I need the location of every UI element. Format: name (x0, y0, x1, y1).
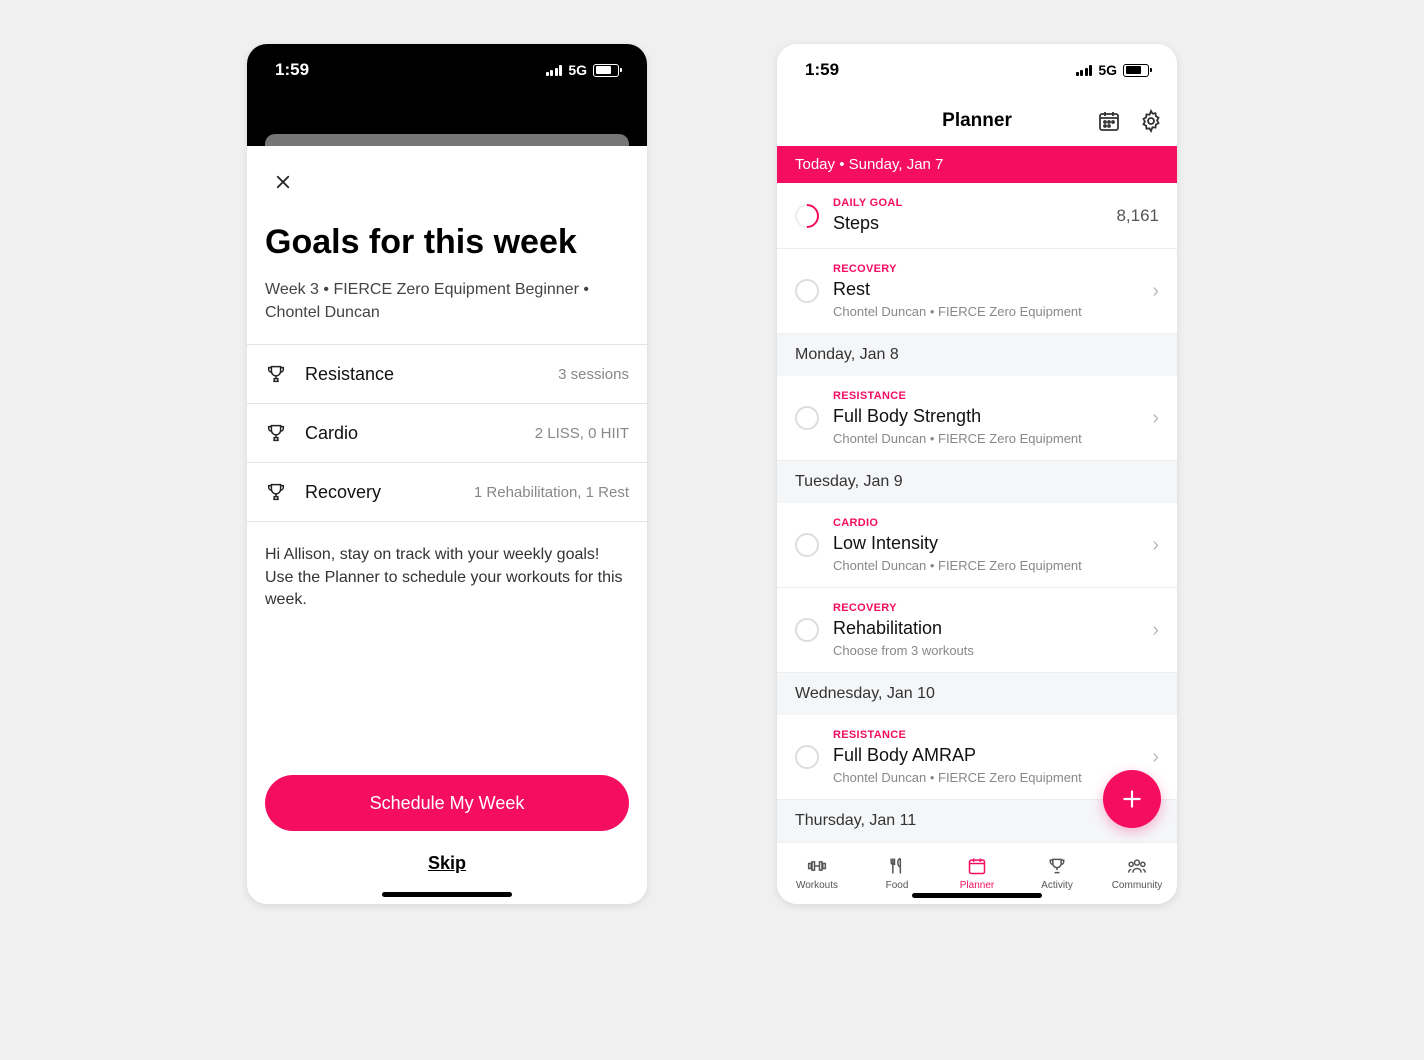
close-button[interactable] (271, 170, 295, 194)
signal-icon (546, 64, 563, 76)
entry-title: Full Body AMRAP (833, 745, 1144, 766)
dumbbell-icon (805, 856, 829, 876)
chevron-right-icon: › (1152, 534, 1159, 557)
skip-button[interactable]: Skip (265, 831, 629, 886)
entry-tag: RECOVERY (833, 602, 1144, 614)
network-label: 5G (568, 62, 587, 78)
entry-tag: RECOVERY (833, 263, 1144, 275)
status-indicators: 5G (1076, 62, 1149, 78)
day-header-wednesday: Wednesday, Jan 10 (777, 673, 1177, 715)
header-title: Planner (942, 110, 1012, 132)
tab-label: Food (886, 880, 909, 891)
day-header-tuesday: Tuesday, Jan 9 (777, 461, 1177, 503)
plus-icon (1119, 786, 1145, 812)
day-header-monday: Monday, Jan 8 (777, 334, 1177, 376)
entry-title: Rehabilitation (833, 618, 1144, 639)
entry-title: Rest (833, 279, 1144, 300)
entry-tag: DAILY GOAL (833, 197, 1116, 209)
entry-title: Low Intensity (833, 533, 1144, 554)
goal-label: Resistance (305, 364, 394, 385)
trophy-icon (265, 363, 287, 385)
tab-workouts[interactable]: Workouts (777, 843, 857, 904)
modal-title: Goals for this week (265, 224, 629, 261)
progress-ring-icon (795, 204, 819, 228)
schedule-week-button[interactable]: Schedule My Week (265, 775, 629, 831)
goal-row-cardio: Cardio 2 LISS, 0 HIIT (247, 404, 647, 463)
calendar-icon[interactable] (1097, 109, 1121, 133)
today-date-bar: Today • Sunday, Jan 7 (777, 146, 1177, 183)
checkbox-circle[interactable] (795, 406, 819, 430)
phone-planner: 1:59 5G Planner Today • Sunday, Jan 7 DA… (777, 44, 1177, 904)
tab-label: Community (1112, 880, 1163, 891)
battery-icon (1123, 64, 1149, 77)
entry-sub: Chontel Duncan • FIERCE Zero Equipment (833, 431, 1144, 446)
planner-entry-low-intensity[interactable]: CARDIO Low Intensity Chontel Duncan • FI… (777, 503, 1177, 588)
signal-icon (1076, 64, 1093, 76)
goal-value: 3 sessions (558, 366, 629, 383)
goal-row-recovery: Recovery 1 Rehabilitation, 1 Rest (247, 463, 647, 522)
chevron-right-icon: › (1152, 619, 1159, 642)
chevron-right-icon: › (1152, 746, 1159, 769)
home-indicator[interactable] (382, 892, 512, 897)
chevron-right-icon: › (1152, 407, 1159, 430)
goal-label: Recovery (305, 482, 381, 503)
goals-list: Resistance 3 sessions Cardio 2 LISS, 0 H… (247, 344, 647, 522)
status-bar: 1:59 5G (247, 44, 647, 96)
entry-title: Steps (833, 213, 1116, 234)
people-icon (1125, 856, 1149, 876)
entry-sub: Chontel Duncan • FIERCE Zero Equipment (833, 304, 1144, 319)
status-bar: 1:59 5G (777, 44, 1177, 96)
planner-entry-rest[interactable]: RECOVERY Rest Chontel Duncan • FIERCE Ze… (777, 249, 1177, 334)
goals-modal: Goals for this week Week 3 • FIERCE Zero… (247, 146, 647, 904)
close-icon (274, 173, 292, 191)
network-label: 5G (1098, 62, 1117, 78)
trophy-icon (265, 422, 287, 444)
entry-sub: Chontel Duncan • FIERCE Zero Equipment (833, 770, 1144, 785)
steps-value: 8,161 (1116, 206, 1159, 226)
goal-label: Cardio (305, 423, 358, 444)
status-time: 1:59 (275, 60, 309, 80)
entry-sub: Chontel Duncan • FIERCE Zero Equipment (833, 558, 1144, 573)
home-indicator[interactable] (912, 893, 1042, 898)
planner-entry-rehabilitation[interactable]: RECOVERY Rehabilitation Choose from 3 wo… (777, 588, 1177, 673)
tab-label: Activity (1041, 880, 1073, 891)
entry-tag: CARDIO (833, 517, 1144, 529)
checkbox-circle[interactable] (795, 745, 819, 769)
goal-value: 1 Rehabilitation, 1 Rest (474, 484, 629, 501)
add-button[interactable] (1103, 770, 1161, 828)
goal-row-resistance: Resistance 3 sessions (247, 345, 647, 404)
checkbox-circle[interactable] (795, 279, 819, 303)
entry-tag: RESISTANCE (833, 729, 1144, 741)
goal-value: 2 LISS, 0 HIIT (535, 425, 629, 442)
checkbox-circle[interactable] (795, 618, 819, 642)
entry-tag: RESISTANCE (833, 390, 1144, 402)
checkbox-circle[interactable] (795, 533, 819, 557)
gear-icon[interactable] (1139, 109, 1163, 133)
trophy-icon (1045, 856, 1069, 876)
entry-title: Full Body Strength (833, 406, 1144, 427)
tab-label: Planner (960, 880, 994, 891)
entry-sub: Choose from 3 workouts (833, 643, 1144, 658)
modal-subtitle: Week 3 • FIERCE Zero Equipment Beginner … (265, 279, 629, 324)
status-indicators: 5G (546, 62, 619, 78)
food-icon (885, 856, 909, 876)
trophy-icon (265, 481, 287, 503)
battery-icon (593, 64, 619, 77)
modal-backdrop (247, 96, 647, 146)
phone-goals-modal: 1:59 5G Goals for this week Week 3 • FIE… (247, 44, 647, 904)
status-time: 1:59 (805, 60, 839, 80)
app-header: Planner (777, 96, 1177, 146)
calendar-icon (965, 856, 989, 876)
chevron-right-icon: › (1152, 280, 1159, 303)
tab-label: Workouts (796, 880, 838, 891)
daily-goal-steps[interactable]: DAILY GOAL Steps 8,161 (777, 183, 1177, 249)
tab-community[interactable]: Community (1097, 843, 1177, 904)
planner-entry-full-body-strength[interactable]: RESISTANCE Full Body Strength Chontel Du… (777, 376, 1177, 461)
modal-message: Hi Allison, stay on track with your week… (265, 522, 629, 633)
